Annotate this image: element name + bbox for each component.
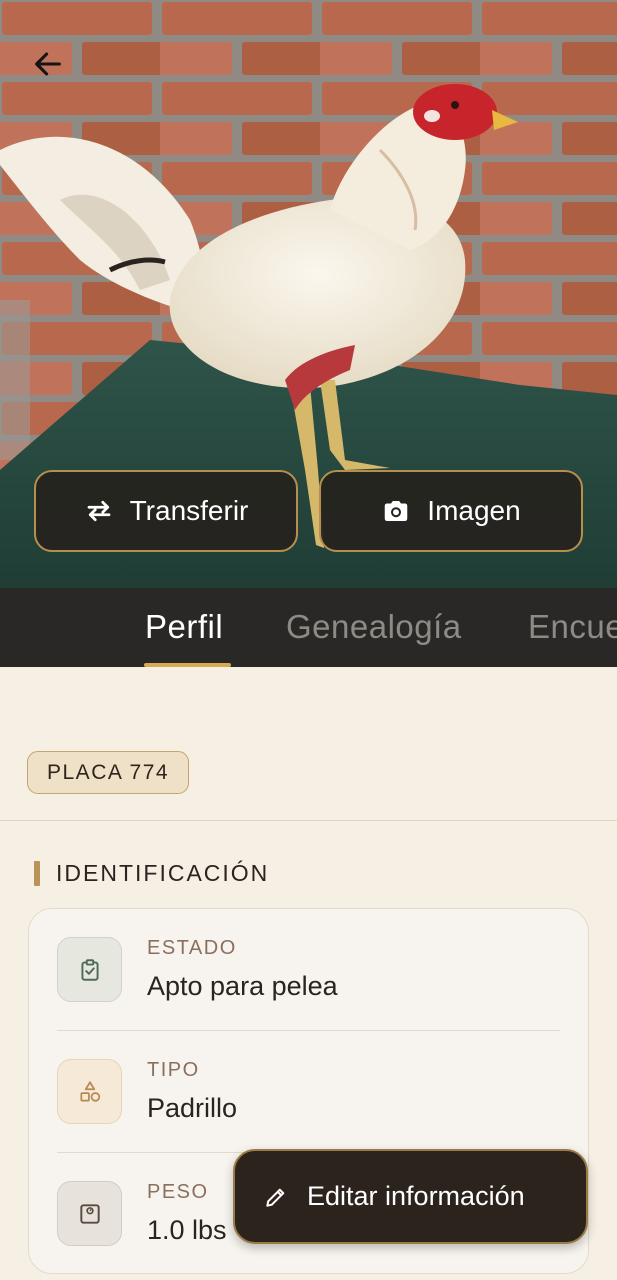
tab-genealogia[interactable]: Genealogía xyxy=(286,608,462,646)
transfer-label: Transferir xyxy=(129,495,249,526)
shapes-icon xyxy=(57,1059,122,1124)
section-divider xyxy=(0,820,617,821)
edit-info-label: Editar información xyxy=(307,1181,525,1211)
section-header: IDENTIFICACIÓN xyxy=(34,860,270,886)
pencil-icon xyxy=(266,1188,285,1207)
peso-label: PESO xyxy=(147,1181,209,1203)
back-button[interactable] xyxy=(22,38,74,90)
estado-label: ESTADO xyxy=(147,937,237,959)
tipo-label: TIPO xyxy=(147,1059,200,1081)
info-row-estado: ESTADO Apto para pelea xyxy=(29,909,588,1030)
image-button[interactable]: Imagen xyxy=(319,470,583,552)
image-label: Imagen xyxy=(427,495,521,526)
clipboard-check-icon xyxy=(57,937,122,1002)
info-row-tipo: TIPO Padrillo xyxy=(29,1031,588,1152)
transfer-button[interactable]: Transferir xyxy=(34,470,298,552)
camera-icon xyxy=(385,501,408,521)
active-tab-indicator xyxy=(144,663,231,667)
peso-value: 1.0 lbs xyxy=(147,1215,227,1245)
hero-photo: Transferir Imagen xyxy=(0,0,617,588)
estado-value: Apto para pelea xyxy=(147,971,338,1001)
tab-perfil[interactable]: Perfil xyxy=(145,608,223,646)
scale-icon xyxy=(57,1181,122,1246)
arrow-left-icon xyxy=(35,52,61,76)
section-accent-bar xyxy=(34,861,40,886)
swap-arrows-icon xyxy=(87,500,110,522)
tipo-value: Padrillo xyxy=(147,1093,238,1123)
edit-info-button[interactable]: Editar información xyxy=(233,1149,588,1244)
section-title: IDENTIFICACIÓN xyxy=(56,860,270,886)
tab-bar: Perfil Genealogía Encue xyxy=(0,588,617,667)
tab-encuentros[interactable]: Encue xyxy=(528,608,617,646)
plate-badge: PLACA 774 xyxy=(27,751,190,794)
